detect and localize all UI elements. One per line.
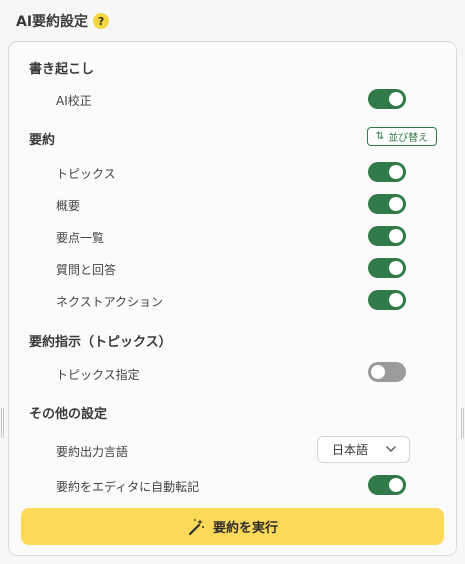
- output-language-value: 日本語: [332, 443, 369, 457]
- left-resize-handle[interactable]: [1, 408, 4, 438]
- section-title-summary: 要約: [29, 133, 56, 148]
- chevron-down-icon: [386, 446, 396, 452]
- sort-icon: ⇅: [375, 131, 385, 142]
- topics-label: トピックス: [56, 167, 116, 181]
- next-action-label: ネクストアクション: [56, 295, 164, 309]
- topics-specify-toggle[interactable]: [368, 362, 406, 382]
- topics-specify-label: トピックス指定: [56, 368, 140, 382]
- key-points-toggle[interactable]: [368, 226, 406, 246]
- ai-proofreading-toggle[interactable]: [368, 89, 406, 109]
- sort-button[interactable]: ⇅ 並び替え: [367, 127, 437, 146]
- overview-toggle[interactable]: [368, 194, 406, 214]
- qa-label: 質問と回答: [56, 263, 117, 277]
- run-summary-button[interactable]: 要約を実行: [21, 508, 444, 545]
- key-points-label: 要点一覧: [56, 231, 105, 245]
- section-title-instructions: 要約指示（トピックス）: [29, 335, 172, 350]
- auto-transfer-toggle[interactable]: [368, 475, 406, 495]
- output-language-select[interactable]: 日本語: [317, 436, 410, 463]
- next-action-toggle[interactable]: [368, 290, 406, 310]
- ai-proofreading-label: AI校正: [56, 94, 92, 108]
- auto-transfer-label: 要約をエディタに自動転記: [56, 480, 200, 494]
- topics-toggle[interactable]: [368, 162, 406, 182]
- help-icon[interactable]: ?: [93, 13, 110, 29]
- page-title: AI要約設定: [16, 14, 89, 30]
- sort-button-label: 並び替え: [388, 133, 429, 144]
- settings-header: AI要約設定 ?: [16, 11, 110, 31]
- overview-label: 概要: [56, 199, 81, 213]
- magic-wand-icon: [188, 518, 204, 535]
- output-language-label: 要約出力言語: [56, 445, 129, 459]
- right-resize-handle[interactable]: [461, 408, 464, 438]
- qa-toggle[interactable]: [368, 258, 406, 278]
- section-title-transcription: 書き起こし: [29, 62, 95, 77]
- run-summary-label: 要約を実行: [212, 521, 278, 536]
- section-title-other: その他の設定: [29, 407, 108, 422]
